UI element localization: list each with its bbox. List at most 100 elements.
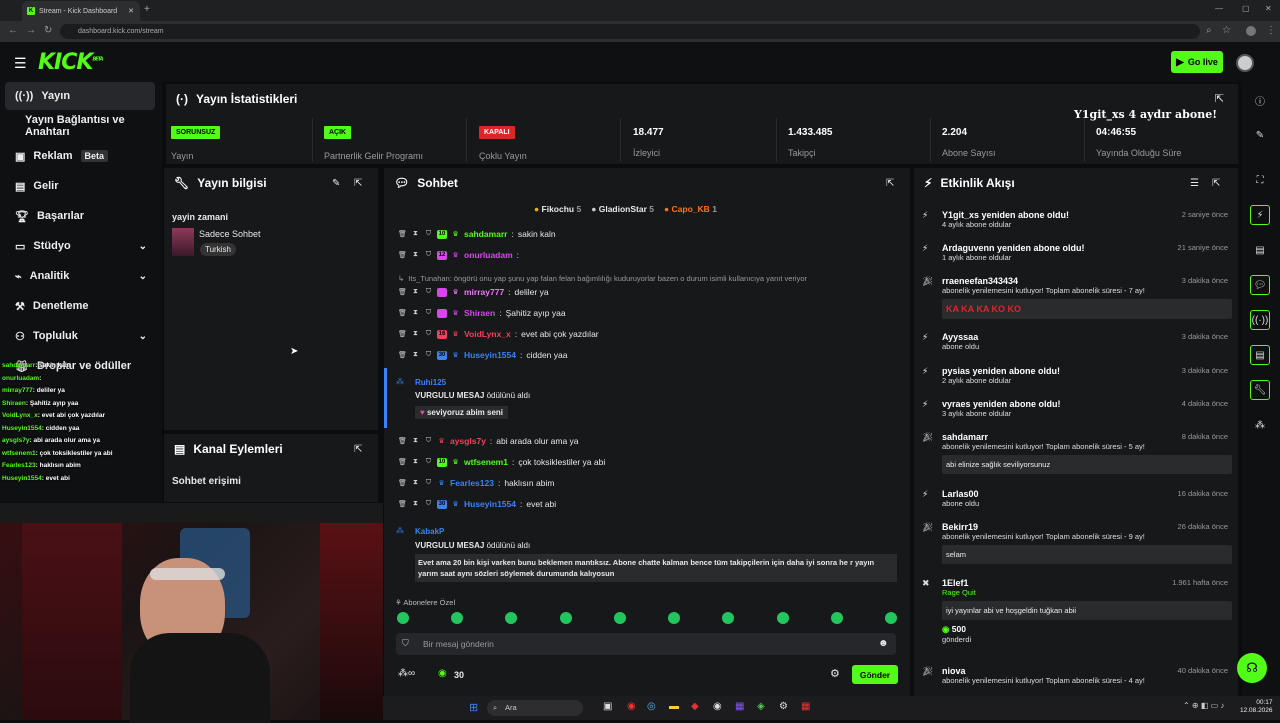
popout-icon[interactable]: ⇱ bbox=[354, 444, 362, 455]
popout-icon[interactable]: ⇱ bbox=[886, 178, 894, 189]
chat-message[interactable]: 🗑︎ ⧗ ⛉ ♛ aysgls7y: abi arada olur ama ya bbox=[398, 436, 578, 446]
timeout-icon[interactable]: ⧗ bbox=[411, 437, 420, 446]
highlight-user[interactable]: Ruhi125 bbox=[415, 378, 446, 387]
popout-icon[interactable]: ⇱ bbox=[1212, 178, 1220, 189]
system-tray-icons[interactable]: ⌃ ⊕ ◧ ▭ ♪ bbox=[1183, 701, 1224, 710]
ban-icon[interactable]: ⛉ bbox=[424, 458, 433, 467]
timeout-icon[interactable]: ⧗ bbox=[411, 351, 420, 360]
sidebar-item-reklam[interactable]: ▣ Reklam Beta bbox=[5, 142, 155, 170]
profile-avatar[interactable] bbox=[1246, 26, 1256, 36]
emoji-icon[interactable]: ☻ bbox=[878, 638, 889, 649]
timeout-icon[interactable]: ⧗ bbox=[411, 251, 420, 260]
activity-item[interactable]: ⚡︎ Larlas00 abone oldu 16 dakika önce bbox=[922, 489, 1232, 508]
edit-icon[interactable]: ✎ bbox=[1250, 125, 1270, 145]
edit-pencil-icon[interactable]: ✎ bbox=[332, 178, 340, 189]
ban-icon[interactable]: ⛉ bbox=[424, 479, 433, 488]
ban-icon[interactable]: ⛉ bbox=[424, 351, 433, 360]
chat-message[interactable]: 🗑︎ ⧗ ⛉ 10 ♛ sahdamarr: sakin kaln bbox=[398, 229, 556, 239]
send-button[interactable]: Gönder bbox=[852, 665, 898, 684]
category-name[interactable]: Sadece Sohbet bbox=[199, 229, 261, 239]
chat-username[interactable]: aysgls7y bbox=[450, 436, 486, 446]
ban-icon[interactable]: ⛉ bbox=[424, 309, 433, 318]
emote-icon[interactable] bbox=[451, 612, 464, 624]
activity-item[interactable]: 🎉︎ niova abonelik yenilemesini kutluyor! T… bbox=[922, 666, 1232, 685]
wrench-rail-icon[interactable]: 🔧︎ bbox=[1250, 380, 1270, 400]
chat-message[interactable]: 🗑︎ ⧗ ⛉ ♛ mirray777: deliler ya bbox=[398, 287, 549, 297]
delete-icon[interactable]: 🗑︎ bbox=[398, 230, 407, 239]
delete-icon[interactable]: 🗑︎ bbox=[398, 309, 407, 318]
chat-username[interactable]: Fearles123 bbox=[450, 478, 494, 488]
chat-username[interactable]: onurluadam bbox=[464, 250, 513, 260]
windows-start-icon[interactable]: ⊞ bbox=[469, 701, 478, 714]
timeout-icon[interactable]: ⧗ bbox=[411, 479, 420, 488]
sidebar-item-topluluk[interactable]: ⚇ Topluluk ⌄ bbox=[5, 322, 155, 350]
steam-icon[interactable]: ◎ bbox=[647, 701, 656, 712]
go-live-button[interactable]: ▶ Go live bbox=[1171, 51, 1223, 73]
chat-username[interactable]: wtfsenem1 bbox=[464, 457, 508, 467]
zoom-icon[interactable]: ⌕ bbox=[1206, 25, 1212, 36]
activity-item[interactable]: ✖ 1Elef1 Rage Quit iyi yayınlar abi ve hoşg… bbox=[922, 578, 1232, 644]
delete-icon[interactable]: 🗑︎ bbox=[398, 500, 407, 509]
document-icon[interactable]: ▤ bbox=[1250, 240, 1270, 260]
ban-icon[interactable]: ⛉ bbox=[424, 437, 433, 446]
chat-input[interactable]: ⛉ Bir mesaj gönderin ☻ bbox=[396, 633, 896, 655]
delete-icon[interactable]: 🗑︎ bbox=[398, 351, 407, 360]
grid-app-icon[interactable]: ▦ bbox=[735, 701, 744, 712]
chat-username[interactable]: sahdamarr bbox=[464, 229, 507, 239]
ban-icon[interactable]: ⛉ bbox=[424, 330, 433, 339]
reply-context[interactable]: ↳ Its_Tunahan: öngörü onu yap şunu yap fa… bbox=[398, 274, 807, 283]
kick-logo[interactable]: KICKBETA bbox=[38, 50, 104, 75]
filter-icon[interactable]: ☰ bbox=[1190, 178, 1199, 189]
minimize-icon[interactable]: — bbox=[1215, 4, 1223, 13]
chat-rail-icon[interactable]: 💬︎ bbox=[1250, 275, 1270, 295]
highlight-user[interactable]: KabakP bbox=[415, 527, 444, 536]
support-headset-icon[interactable]: ☊ bbox=[1237, 653, 1267, 683]
chrome-icon[interactable]: ◉ bbox=[627, 701, 636, 712]
chat-message[interactable]: 🗑︎ ⧗ ⛉ 16 ♛ VoidLynx_x: evet abi çok yazdılar bbox=[398, 329, 599, 339]
activity-item[interactable]: ⚡︎ Ayyssaa abone oldu 3 dakika önce bbox=[922, 332, 1232, 351]
timeout-icon[interactable]: ⧗ bbox=[411, 330, 420, 339]
sidebar-item-studyo[interactable]: ▭ Stüdyo ⌄ bbox=[5, 232, 155, 260]
gifter-2[interactable]: ● GladionStar 5 bbox=[591, 204, 654, 214]
emote-icon[interactable] bbox=[722, 612, 735, 624]
close-tab-icon[interactable]: ✕ bbox=[128, 7, 134, 15]
sidebar-item-denetleme[interactable]: ⚒ Denetleme bbox=[5, 292, 155, 320]
emote-icon[interactable] bbox=[884, 612, 897, 624]
app-icon[interactable]: ▦ bbox=[801, 701, 810, 712]
browser-tab[interactable]: K Stream - Kick Dashboard ✕ bbox=[22, 1, 140, 21]
ban-icon[interactable]: ⛉ bbox=[424, 251, 433, 260]
activity-item[interactable]: ⚡︎ Ardaguvenn yeniden abone oldu! 1 aylık … bbox=[922, 243, 1232, 262]
settings-app-icon[interactable]: ⚙ bbox=[779, 701, 788, 712]
url-field[interactable]: dashboard.kick.com/stream bbox=[60, 24, 1200, 39]
activity-item[interactable]: 🎉︎ sahdamarr abonelik yenilemesini kutluyo… bbox=[922, 432, 1232, 474]
activity-item[interactable]: ⚡︎ vyraes yeniden abone oldu! 3 aylık abon… bbox=[922, 399, 1232, 418]
reload-icon[interactable]: ↻ bbox=[44, 25, 52, 36]
channel-rail-icon[interactable]: ▤ bbox=[1250, 345, 1270, 365]
new-tab-icon[interactable]: + bbox=[144, 4, 150, 15]
gifter-1[interactable]: ● Fikochu 5 bbox=[534, 204, 581, 214]
browser-menu-icon[interactable]: ⋮ bbox=[1266, 25, 1276, 36]
chat-message[interactable]: 🗑︎ ⧗ ⛉ 30 ♛ Huseyin1554: evet abi bbox=[398, 499, 556, 509]
close-window-icon[interactable]: ✕ bbox=[1265, 4, 1272, 13]
delete-icon[interactable]: 🗑︎ bbox=[398, 479, 407, 488]
taskbar-search[interactable]: ⌕ Ara bbox=[487, 700, 583, 716]
emote-icon[interactable] bbox=[505, 612, 518, 624]
drops-rail-icon[interactable]: ⁂ bbox=[1250, 415, 1270, 435]
chat-message[interactable]: 🗑︎ ⧗ ⛉ 12 ♛ onurluadam: bbox=[398, 250, 523, 260]
timeout-icon[interactable]: ⧗ bbox=[411, 309, 420, 318]
emote-icon[interactable] bbox=[559, 612, 572, 624]
obs-icon[interactable]: ◉ bbox=[713, 701, 722, 712]
back-icon[interactable]: ← bbox=[8, 25, 18, 36]
task-view-icon[interactable]: ▣ bbox=[603, 701, 612, 712]
settings-gear-icon[interactable]: ⚙ bbox=[830, 667, 840, 680]
chat-username[interactable]: VoidLynx_x bbox=[464, 329, 511, 339]
app-icon[interactable]: ◆ bbox=[691, 701, 699, 712]
chat-username[interactable]: mirray777 bbox=[464, 287, 504, 297]
sidebar-item-analitik[interactable]: ⌁ Analitik ⌄ bbox=[5, 262, 155, 290]
chat-username[interactable]: Shiraen bbox=[464, 308, 495, 318]
gifter-3[interactable]: ● Capo_KB 1 bbox=[664, 204, 717, 214]
ban-icon[interactable]: ⛉ bbox=[424, 230, 433, 239]
broadcast-rail-icon[interactable]: ((·)) bbox=[1250, 310, 1270, 330]
fullscreen-icon[interactable]: ⛶ bbox=[1250, 170, 1270, 190]
activity-item[interactable]: 🎉︎ Bekirr19 abonelik yenilemesini kutluyor… bbox=[922, 522, 1232, 564]
